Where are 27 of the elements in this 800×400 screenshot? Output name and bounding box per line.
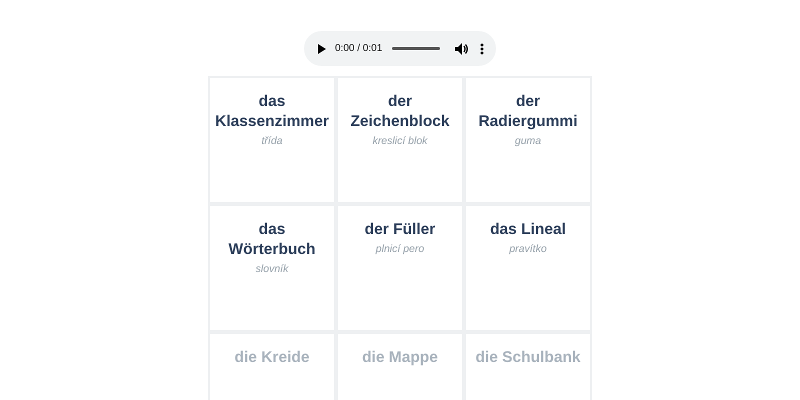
time-display: 0:00 / 0:01 bbox=[335, 43, 382, 54]
audio-player[interactable]: 0:00 / 0:01 bbox=[304, 31, 496, 66]
german-word: der Radiergummi bbox=[477, 92, 579, 132]
german-word: die Kreide bbox=[234, 348, 310, 368]
progress-track[interactable] bbox=[392, 47, 440, 50]
german-word: die Schulbank bbox=[474, 348, 582, 368]
word-card[interactable]: das Lineal pravítko bbox=[466, 206, 590, 330]
german-word: das Wörterbuch bbox=[228, 220, 316, 260]
translation: guma bbox=[514, 135, 542, 147]
german-word: das Lineal bbox=[489, 220, 567, 240]
word-card[interactable]: der Zeichenblock kreslicí blok bbox=[338, 78, 462, 202]
translation: slovník bbox=[256, 263, 288, 275]
word-card[interactable]: der Füller plnicí pero bbox=[338, 206, 462, 330]
translation: kreslicí blok bbox=[372, 135, 428, 147]
word-card[interactable]: das Klassenzimmer třída bbox=[210, 78, 334, 202]
translation: třída bbox=[261, 135, 282, 147]
translation: pravítko bbox=[509, 243, 547, 255]
translation: plnicí pero bbox=[376, 243, 424, 255]
german-word: das Klassenzimmer bbox=[214, 92, 330, 132]
german-word: der Füller bbox=[364, 220, 436, 240]
more-icon[interactable] bbox=[480, 42, 484, 54]
word-card[interactable]: der Radiergummi guma bbox=[466, 78, 590, 202]
volume-icon[interactable] bbox=[455, 42, 468, 54]
german-word: die Mappe bbox=[361, 348, 439, 368]
word-card[interactable]: das Wörterbuch slovník bbox=[210, 206, 334, 330]
german-word: der Zeichenblock bbox=[349, 92, 451, 132]
play-icon[interactable] bbox=[317, 42, 327, 54]
